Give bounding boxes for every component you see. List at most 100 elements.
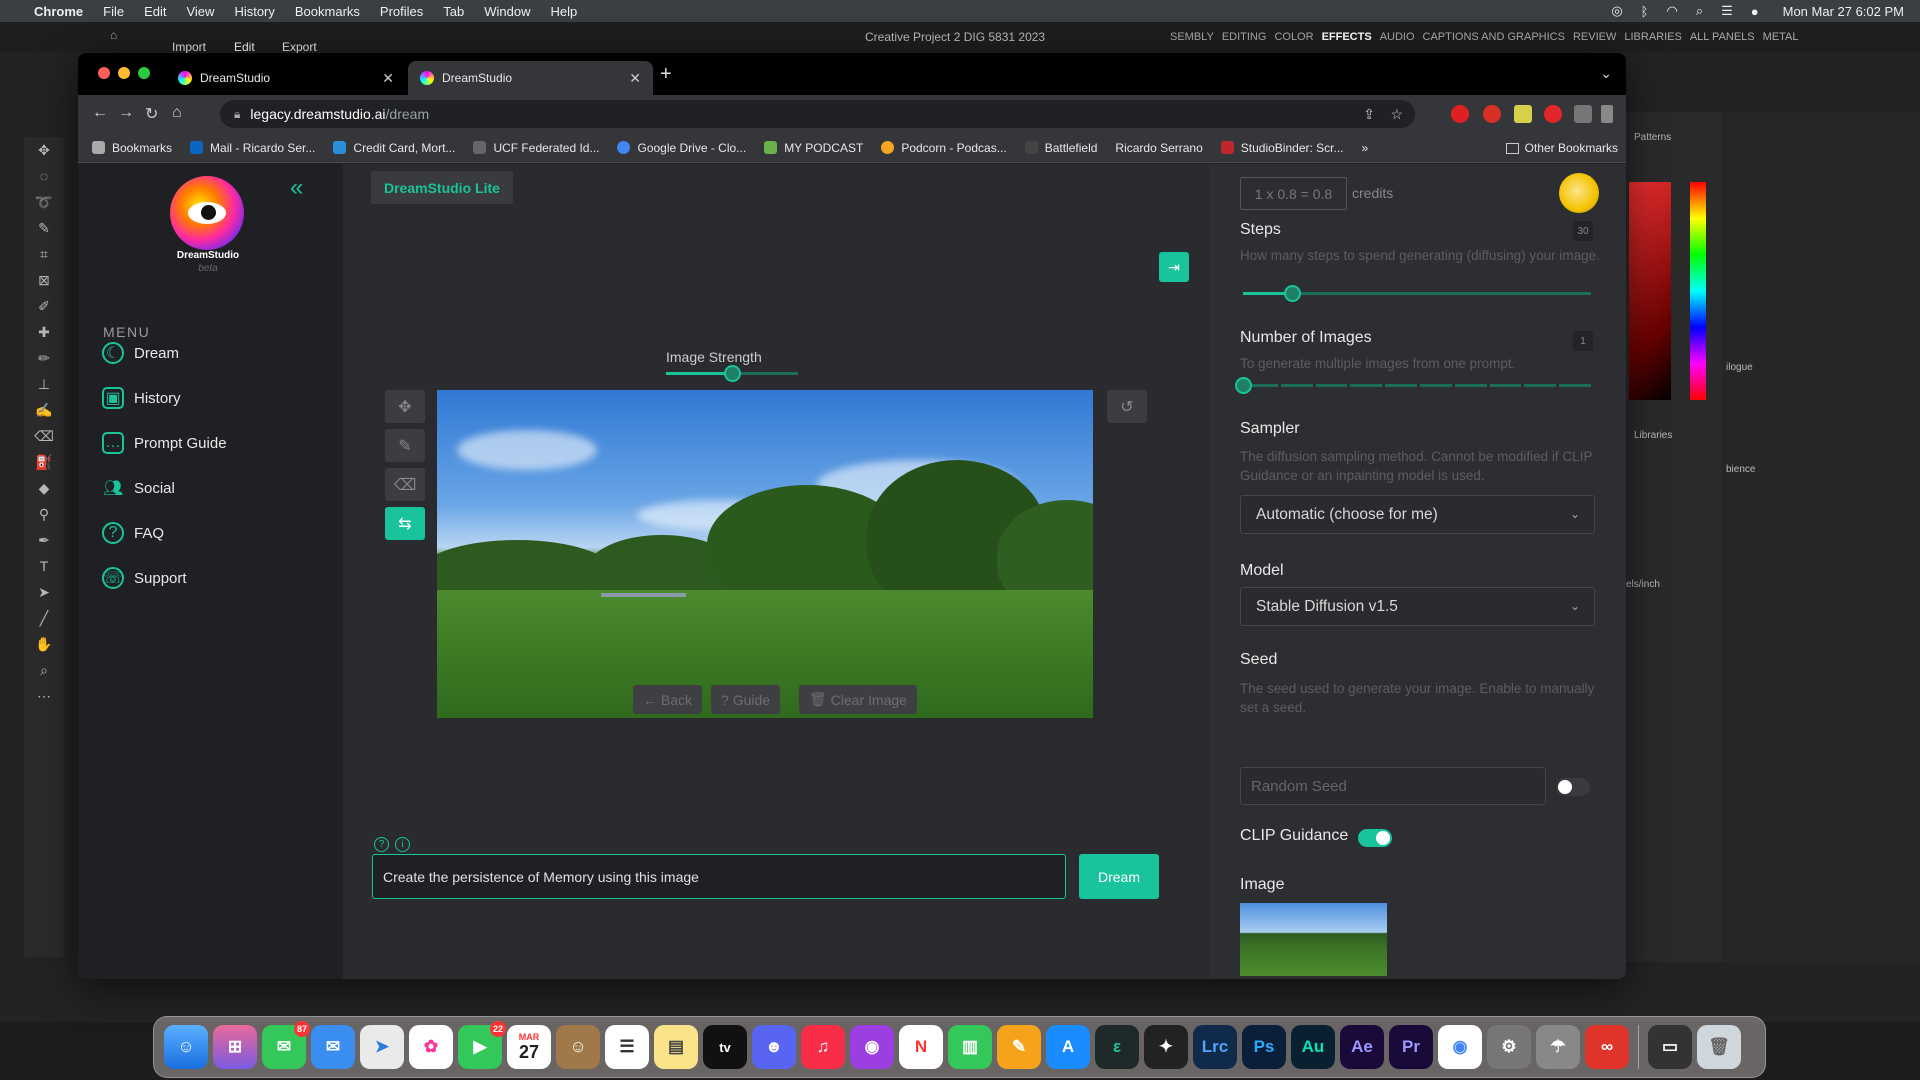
reset-icon[interactable]: ↺ bbox=[1107, 390, 1147, 423]
bookmark-item[interactable]: Mail - Ricardo Ser... bbox=[190, 141, 315, 155]
brush-tool-icon[interactable]: ✏ bbox=[24, 345, 64, 371]
forward-arrow-icon[interactable]: → bbox=[118, 104, 134, 122]
patterns-tab[interactable]: Patterns bbox=[1634, 132, 1671, 143]
close-window-button[interactable] bbox=[98, 67, 110, 79]
lightroom-classic-icon[interactable]: Lrc bbox=[1193, 1025, 1237, 1069]
pen-tool-icon[interactable]: ✒ bbox=[24, 527, 64, 553]
premiere-icon[interactable]: Pr bbox=[1389, 1025, 1433, 1069]
extension-gmail-icon[interactable] bbox=[1483, 105, 1501, 123]
bookmark-item[interactable]: Ricardo Serrano bbox=[1115, 141, 1202, 155]
messages-icon[interactable]: ✉ 87 bbox=[262, 1021, 310, 1069]
sampler-select[interactable]: Automatic (choose for me) ⌄ bbox=[1240, 495, 1595, 534]
numbers-icon[interactable]: ▥ bbox=[948, 1025, 992, 1069]
dreamstudio-logo[interactable] bbox=[170, 176, 244, 250]
menubar-file[interactable]: File bbox=[103, 4, 124, 19]
sidebar-item-social[interactable]: 👥︎ Social bbox=[102, 477, 175, 499]
bookmark-item[interactable]: Battlefield bbox=[1024, 141, 1097, 155]
info-icon[interactable]: i bbox=[395, 837, 410, 852]
slider-knob[interactable] bbox=[724, 365, 741, 382]
move-tool-icon[interactable]: ✥ bbox=[385, 390, 425, 423]
back-arrow-icon[interactable]: ← bbox=[92, 104, 108, 122]
marquee-tool-icon[interactable]: ◌ bbox=[24, 163, 64, 189]
clear-image-button[interactable]: 🗑︎ Clear Image bbox=[799, 685, 917, 714]
bookmark-item[interactable]: Credit Card, Mort... bbox=[333, 141, 455, 155]
discord-icon[interactable]: ☻ bbox=[752, 1025, 796, 1069]
model-select[interactable]: Stable Diffusion v1.5 ⌄ bbox=[1240, 587, 1595, 626]
menubar-tab[interactable]: Tab bbox=[443, 4, 464, 19]
user-avatar[interactable] bbox=[1559, 173, 1599, 213]
bookmark-item[interactable]: UCF Federated Id... bbox=[473, 141, 599, 155]
workspace-assembly[interactable]: SEMBLY bbox=[1170, 31, 1214, 43]
news-icon[interactable]: N bbox=[899, 1025, 943, 1069]
spotlight-icon[interactable]: ⌕ bbox=[1696, 3, 1703, 19]
contacts-icon[interactable]: ☺ bbox=[556, 1025, 600, 1069]
new-tab-icon[interactable]: + bbox=[660, 63, 672, 86]
address-bar[interactable]: 🔒︎ legacy.dreamstudio.ai/dream ⇪ ☆ bbox=[220, 100, 1415, 128]
sidepanel-icon[interactable] bbox=[1601, 105, 1613, 123]
seed-input[interactable]: Random Seed bbox=[1240, 767, 1546, 805]
notes-icon[interactable]: ▤ bbox=[654, 1025, 698, 1069]
swap-tool-icon[interactable]: ⇆ bbox=[385, 507, 425, 540]
sandman-icon[interactable]: ☂ bbox=[1536, 1025, 1580, 1069]
menubar-bookmarks[interactable]: Bookmarks bbox=[295, 4, 360, 19]
photoshop-icon[interactable]: Ps bbox=[1242, 1025, 1286, 1069]
stamp-tool-icon[interactable]: ⊥ bbox=[24, 371, 64, 397]
menubar-view[interactable]: View bbox=[186, 4, 214, 19]
dreamstudio-dock-icon[interactable]: ε bbox=[1095, 1025, 1139, 1069]
menubar-app-name[interactable]: Chrome bbox=[34, 4, 83, 19]
screen-recording-icon[interactable]: ▭ bbox=[1648, 1025, 1692, 1069]
color-picker-field[interactable] bbox=[1629, 182, 1671, 400]
bookmark-star-icon[interactable]: ☆ bbox=[1390, 106, 1403, 123]
menubar-window[interactable]: Window bbox=[484, 4, 530, 19]
lock-icon[interactable]: 🔒︎ bbox=[234, 107, 240, 122]
menubar-edit[interactable]: Edit bbox=[144, 4, 166, 19]
healing-brush-icon[interactable]: ✚ bbox=[24, 319, 64, 345]
mail-icon[interactable]: ✉ bbox=[311, 1025, 355, 1069]
close-tab-icon[interactable]: ✕ bbox=[629, 70, 641, 87]
launchpad-icon[interactable]: ⊞ bbox=[213, 1025, 257, 1069]
other-bookmarks-folder[interactable]: Other Bookmarks bbox=[1505, 141, 1618, 155]
workspace-all-panels[interactable]: ALL PANELS bbox=[1690, 31, 1755, 43]
path-select-icon[interactable]: ➤ bbox=[24, 579, 64, 605]
maps-icon[interactable]: ➤ bbox=[360, 1025, 404, 1069]
tab-search-chevron-icon[interactable]: ⌄ bbox=[1600, 65, 1612, 82]
type-tool-icon[interactable]: T bbox=[24, 553, 64, 579]
creative-cloud-icon[interactable]: ∞ bbox=[1585, 1025, 1629, 1069]
bookmark-item[interactable]: MY PODCAST bbox=[764, 141, 863, 155]
menubar-clock[interactable]: Mon Mar 27 6:02 PM bbox=[1783, 4, 1904, 19]
zoom-window-button[interactable] bbox=[138, 67, 150, 79]
more-tools-icon[interactable]: ⋯ bbox=[24, 683, 64, 709]
line-tool-icon[interactable]: ╱ bbox=[24, 605, 64, 631]
steps-value[interactable]: 30 bbox=[1573, 221, 1593, 241]
extension-pinterest-icon[interactable] bbox=[1544, 105, 1562, 123]
reminders-icon[interactable]: ☰ bbox=[605, 1025, 649, 1069]
app-store-icon[interactable]: A bbox=[1046, 1025, 1090, 1069]
hue-slider[interactable] bbox=[1690, 182, 1706, 400]
bluetooth-icon[interactable]: ᛒ bbox=[1641, 4, 1649, 19]
pages-icon[interactable]: ✎ bbox=[997, 1025, 1041, 1069]
workspace-audio[interactable]: AUDIO bbox=[1380, 31, 1415, 43]
close-tab-icon[interactable]: ✕ bbox=[382, 70, 394, 87]
music-icon[interactable]: ♫ bbox=[801, 1025, 845, 1069]
hand-tool-icon[interactable]: ✋ bbox=[24, 631, 64, 657]
collapse-sidebar-icon[interactable]: « bbox=[290, 174, 303, 202]
extension-adblock-icon[interactable] bbox=[1451, 105, 1469, 123]
eraser-tool-icon[interactable]: ⌫ bbox=[385, 468, 425, 501]
trash-icon[interactable]: 🗑︎ bbox=[1697, 1025, 1741, 1069]
apple-tv-icon[interactable]: tv bbox=[703, 1025, 747, 1069]
zoom-tool-icon[interactable]: ⌕ bbox=[24, 657, 64, 683]
browser-tab-1[interactable]: DreamStudio ✕ bbox=[166, 61, 406, 95]
sidebar-item-dream[interactable]: ☾ Dream bbox=[102, 342, 179, 364]
brush-tool-icon[interactable]: ✎ bbox=[385, 429, 425, 462]
question-icon[interactable]: ? bbox=[374, 837, 389, 852]
more-bookmarks-chevron[interactable]: » bbox=[1362, 141, 1369, 155]
bucket-icon[interactable]: ⛽ bbox=[24, 449, 64, 475]
audition-icon[interactable]: Au bbox=[1291, 1025, 1335, 1069]
finder-icon[interactable]: ☺ bbox=[164, 1025, 208, 1069]
bookmark-item[interactable]: Google Drive - Clo... bbox=[617, 141, 746, 155]
libraries-tab[interactable]: Libraries bbox=[1634, 430, 1672, 441]
num-images-value[interactable]: 1 bbox=[1573, 331, 1593, 351]
photos-icon[interactable]: ✿ bbox=[409, 1025, 453, 1069]
expand-panel-icon[interactable]: ⇥ bbox=[1159, 252, 1189, 282]
control-center-icon[interactable]: ☰ bbox=[1721, 3, 1733, 19]
